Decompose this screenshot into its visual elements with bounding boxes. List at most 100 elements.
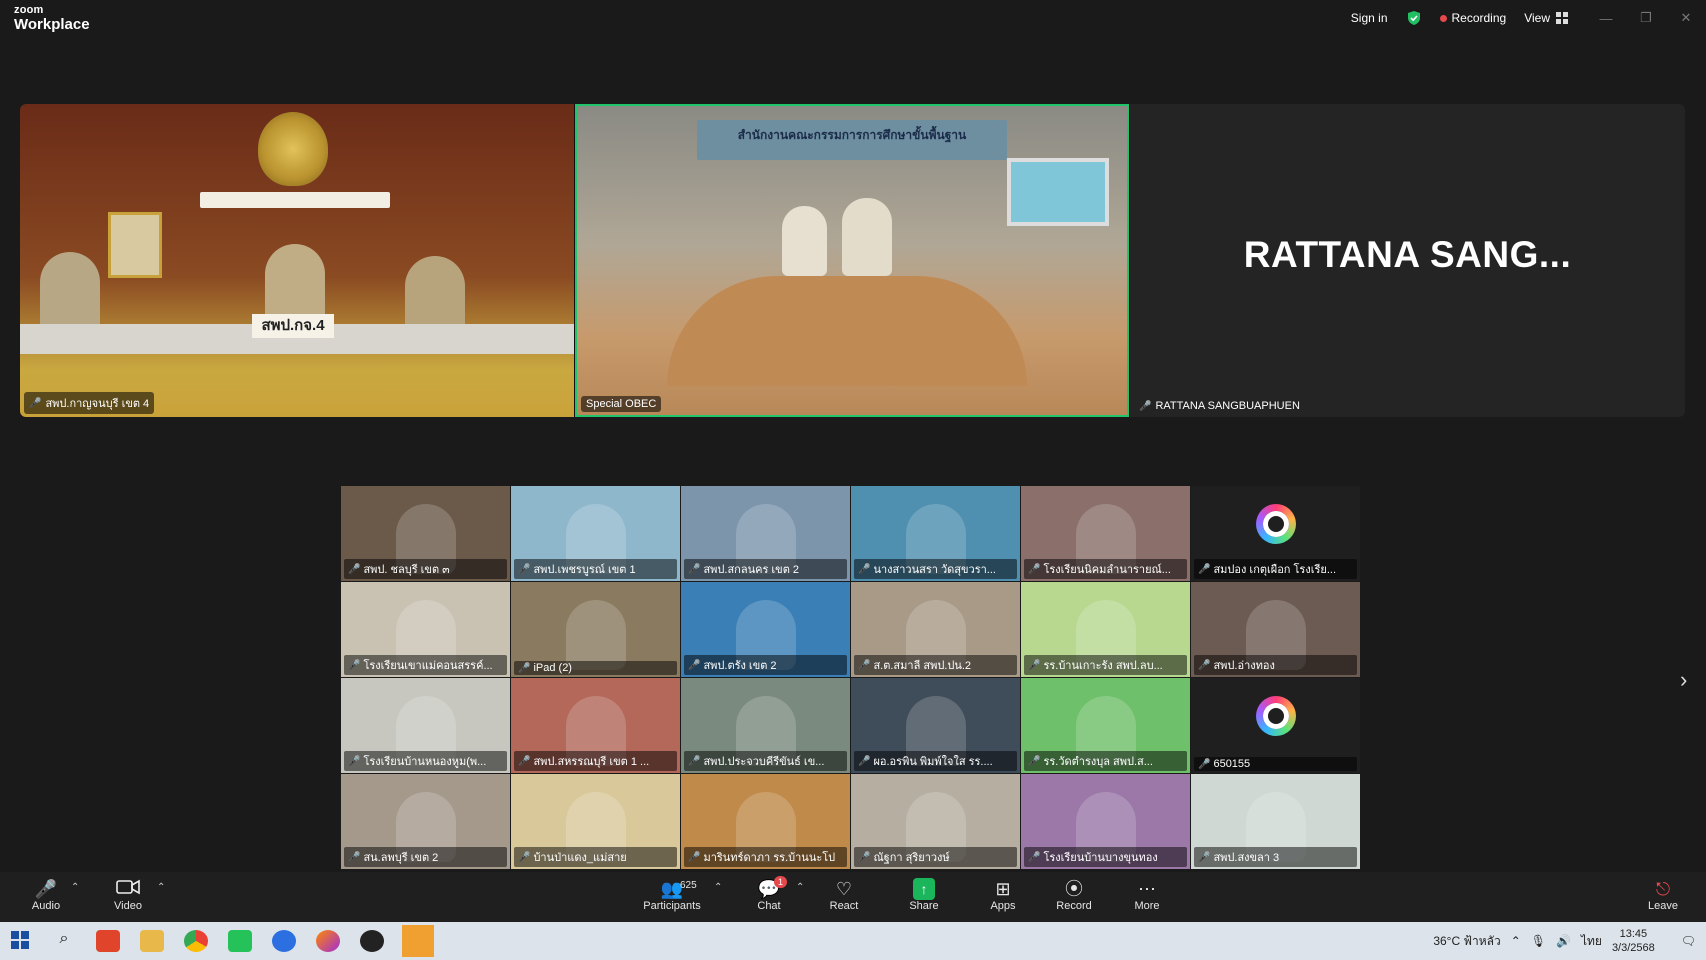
speaker-name-label: Special OBEC — [581, 396, 662, 412]
close-button[interactable]: ✕ — [1666, 10, 1706, 26]
participant-tile[interactable]: 🎤 สพป.สกลนคร เขต 2 — [681, 486, 850, 581]
mic-muted-icon: 🎤 — [1028, 755, 1041, 767]
mic-muted-icon: 🎤 — [1028, 563, 1041, 575]
participant-tile[interactable]: 🎤 โรงเรียนบ้านบางขุนทอง — [1021, 774, 1190, 869]
portrait-frame-icon — [108, 212, 162, 278]
participant-tile[interactable]: 🎤 ส.ต.สมาลี สพป.ปน.2 — [851, 582, 1020, 677]
more-button[interactable]: ⋯ More — [1116, 878, 1178, 912]
participant-tile[interactable]: 🎤 650155 — [1191, 678, 1360, 773]
participant-name-label: 🎤 โรงเรียนบ้านหนองหูม(พ... — [344, 751, 507, 771]
participant-name: รร.วัดตำรงบุล สพป.ส... — [1043, 756, 1153, 768]
minimize-button[interactable]: — — [1586, 11, 1626, 26]
search-icon[interactable]: ⌕ — [52, 930, 76, 952]
participants-button[interactable]: 👥 625 Participants — [640, 878, 704, 912]
participant-tile[interactable]: 🎤 โรงเรียนเขาแม่คอนสรรค์... — [341, 582, 510, 677]
clock[interactable]: 13:45 3/3/2568 — [1612, 927, 1655, 955]
react-button[interactable]: ♡ React — [813, 878, 875, 912]
participant-tile[interactable]: 🎤 สพป.ตรัง เขต 2 — [681, 582, 850, 677]
avatar-icon — [1255, 696, 1296, 736]
leave-button[interactable]: ⎋ Leave — [1632, 878, 1694, 912]
firefox-icon[interactable] — [316, 930, 340, 952]
participant-tile[interactable]: 🎤 ผอ.อรพิน พิมพ์ใจใส รร.... — [851, 678, 1020, 773]
chat-options-chevron-icon[interactable]: ⌃ — [796, 882, 804, 893]
participant-tile[interactable]: 🎤 iPad (2) — [511, 582, 680, 677]
participant-name: รร.บ้านเกาะรัง สพป.ลบ... — [1043, 660, 1163, 672]
record-icon: ⦿ — [1065, 879, 1083, 899]
speaker-tile-1[interactable]: สพป.กจ.4 🎤 สพป.กาญจนบุรี เขต 4 — [20, 104, 574, 417]
audio-label: Audio — [31, 900, 61, 912]
share-button[interactable]: ↑ Share — [893, 878, 955, 912]
participant-tile[interactable]: 🎤 โรงเรียนนิคมลำนารายณ์... — [1021, 486, 1190, 581]
speaker-tile-2-active[interactable]: สำนักงานคณะกรรมการการศึกษาขั้นพื้นฐาน Sp… — [575, 104, 1129, 417]
participant-name-label: 🎤 iPad (2) — [514, 661, 677, 675]
language-indicator[interactable]: ไทย — [1581, 932, 1602, 951]
participant-tile[interactable]: 🎤 รร.บ้านเกาะรัง สพป.ลบ... — [1021, 582, 1190, 677]
participant-tile[interactable]: 🎤 สพป. ชลบุรี เขต ๓ — [341, 486, 510, 581]
participant-tile[interactable]: 🎤 สมปอง เกตุเผือก โรงเรีย... — [1191, 486, 1360, 581]
audio-options-chevron-icon[interactable]: ⌃ — [71, 882, 79, 893]
participant-tile[interactable]: 🎤 สพป.เพชรบูรณ์ เขต 1 — [511, 486, 680, 581]
participant-name: มารินทร์ดาภา รร.บ้านนะโป — [703, 852, 836, 864]
chat-button[interactable]: 💬 1 Chat — [738, 876, 800, 912]
participant-name-label: 🎤 สพป.สงขลา 3 — [1194, 847, 1357, 867]
speaker-strip: สพป.กจ.4 🎤 สพป.กาญจนบุรี เขต 4 สำนักงานคณ… — [20, 104, 1685, 417]
chat-badge: 1 — [774, 876, 788, 888]
chrome-icon[interactable] — [184, 930, 208, 952]
speaker-icon[interactable]: 🔊 — [1556, 934, 1571, 948]
participant-tile[interactable]: 🎤 สพป.อ่างทอง — [1191, 582, 1360, 677]
apps-button[interactable]: ⊞ Apps — [972, 878, 1034, 912]
leave-door-icon: ⎋ — [1655, 879, 1671, 899]
participant-name-label: 🎤 มารินทร์ดาภา รร.บ้านนะโป — [684, 847, 847, 867]
participant-tile[interactable]: 🎤 รร.วัดตำรงบุล สพป.ส... — [1021, 678, 1190, 773]
weather-widget[interactable]: 36°C ฟ้าหลัว — [1433, 932, 1500, 951]
video-button[interactable]: Video — [97, 878, 159, 912]
zoom-app-icon[interactable] — [272, 930, 296, 952]
speaker-name-label: 🎤 RATTANA SANGBUAPHUEN — [1139, 400, 1300, 412]
zoom-logo: zoom Workplace — [14, 5, 90, 33]
participant-tile[interactable]: 🎤 นางสาวนสรา วัดสุขวรา... — [851, 486, 1020, 581]
participant-tile[interactable]: 🎤 สพป.สงขลา 3 — [1191, 774, 1360, 869]
participant-tile[interactable]: 🎤 มารินทร์ดาภา รร.บ้านนะโป — [681, 774, 850, 869]
chat-bubble-icon: 💬 — [757, 879, 781, 899]
participant-tile[interactable]: 🎤 โรงเรียนบ้านหนองหูม(พ... — [341, 678, 510, 773]
participant-name: สพป.ตรัง เขต 2 — [703, 660, 777, 672]
mic-muted-icon: 🎤 — [29, 397, 42, 409]
line-app-icon[interactable] — [228, 930, 252, 952]
video-options-chevron-icon[interactable]: ⌃ — [157, 882, 165, 893]
mic-muted-icon: 🎤 — [858, 851, 871, 863]
clock-time: 13:45 — [1619, 928, 1648, 940]
participant-name: โรงเรียนบ้านหนองหูม(พ... — [363, 756, 487, 768]
mic-muted-icon: 🎤 — [518, 563, 531, 575]
participant-name-label: 🎤 ผอ.อรพิน พิมพ์ใจใส รร.... — [854, 751, 1017, 771]
participant-name-label: 🎤 สพป.สหรรณบุรี เขต 1 ... — [514, 751, 677, 771]
security-shield-icon[interactable] — [1406, 10, 1422, 26]
windows-start-icon[interactable] — [10, 930, 34, 952]
participants-count: 625 — [680, 880, 697, 891]
speaker-tile-3[interactable]: RATTANA SANG... 🎤 RATTANA SANGBUAPHUEN — [1130, 104, 1685, 417]
participant-tile[interactable]: 🎤 สพป.ประจวบคีรีขันธ์ เข... — [681, 678, 850, 773]
recording-indicator[interactable]: Recording — [1439, 11, 1506, 25]
audio-button[interactable]: 🎤 Audio — [15, 878, 77, 912]
next-page-chevron-icon[interactable]: › — [1680, 667, 1687, 693]
mic-muted-icon: 🎤 — [1028, 851, 1041, 863]
microphone-icon: 🎙 — [1530, 934, 1546, 948]
name-sign: สพป.กจ.4 — [252, 314, 334, 338]
heart-icon: ♡ — [835, 879, 853, 899]
participant-tile[interactable]: 🎤 สน.ลพบุรี เขต 2 — [341, 774, 510, 869]
file-explorer-icon[interactable] — [140, 930, 164, 952]
active-app-icon[interactable] — [402, 925, 434, 957]
app-s-icon[interactable] — [96, 930, 120, 952]
mic-muted-icon: 🎤 — [348, 563, 361, 575]
tray-chevron-icon[interactable]: ⌃ — [1511, 934, 1521, 948]
participant-tile[interactable]: 🎤 ณัฐกา สุริยาวงษ์ — [851, 774, 1020, 869]
view-button[interactable]: View — [1524, 11, 1568, 25]
record-button[interactable]: ⦿ Record — [1043, 878, 1105, 912]
maximize-button[interactable]: ❐ — [1626, 10, 1666, 26]
participant-tile[interactable]: 🎤 สพป.สหรรณบุรี เขต 1 ... — [511, 678, 680, 773]
mic-muted-icon: 🎤 — [688, 851, 701, 863]
sign-in-button[interactable]: Sign in — [1351, 11, 1388, 25]
app-circle-icon[interactable] — [360, 930, 384, 952]
notification-icon[interactable]: 🗨 — [1681, 934, 1696, 948]
participant-tile[interactable]: 🎤 บ้านป่าแดง_แม่สาย — [511, 774, 680, 869]
participants-options-chevron-icon[interactable]: ⌃ — [714, 882, 722, 893]
